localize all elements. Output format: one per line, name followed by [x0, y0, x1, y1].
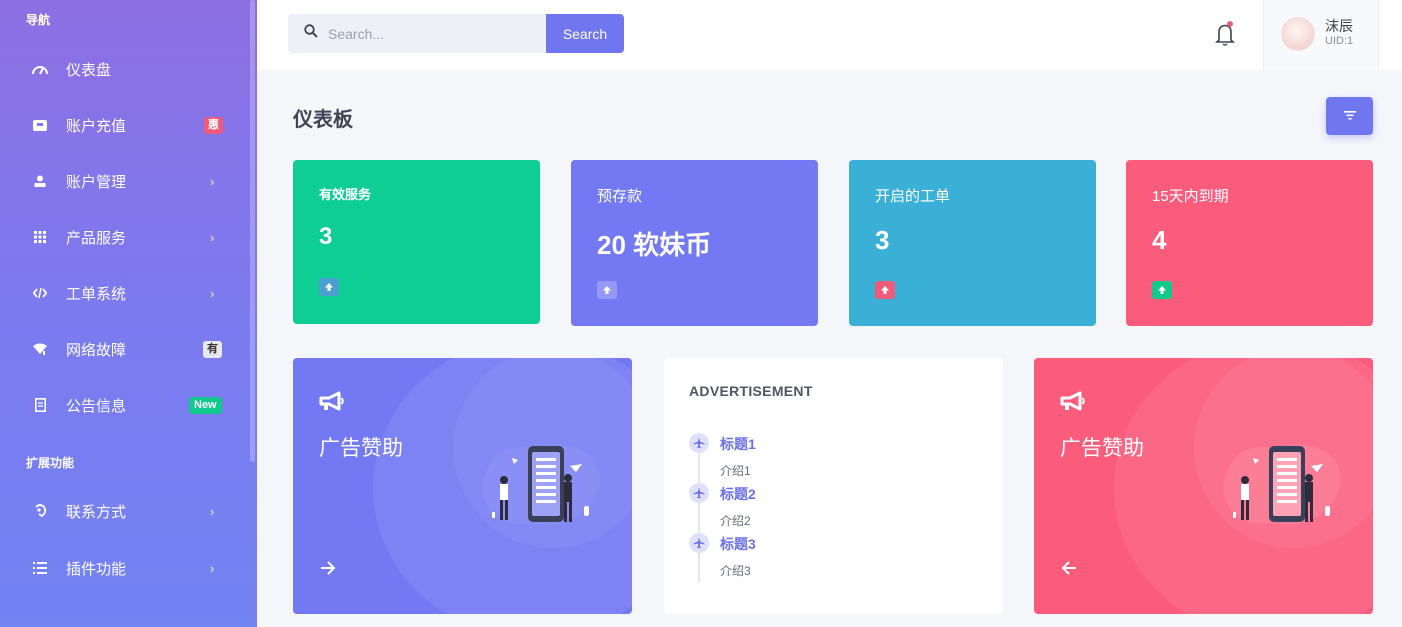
- stat-card-active-services[interactable]: 有效服务 3: [293, 160, 540, 324]
- sidebar-item-label: 公告信息: [66, 397, 127, 415]
- arrow-left-icon[interactable]: [1060, 560, 1080, 578]
- sidebar-item-account[interactable]: 账户管理 ›: [0, 161, 250, 201]
- sidebar-item-dashboard[interactable]: 仪表盘: [0, 49, 250, 89]
- timeline-line: [698, 446, 700, 582]
- sidebar: 导航 仪表盘 账户充值 惠 账户管理 › 产品服务 › 工单系统 › 网络故障 …: [0, 0, 257, 627]
- stat-card-deposit[interactable]: 预存款 20 软妹币: [571, 160, 818, 326]
- nav-section-title: 导航: [26, 13, 51, 27]
- megaphone-icon: [319, 391, 345, 413]
- airplane-icon: [689, 483, 709, 503]
- list-icon: [30, 560, 50, 576]
- search-button[interactable]: Search: [546, 14, 624, 53]
- sidebar-item-tickets[interactable]: 工单系统 ›: [0, 273, 250, 313]
- user-icon: [30, 173, 50, 189]
- timeline-title[interactable]: 标题2: [720, 484, 756, 504]
- notification-bell-icon[interactable]: [1213, 20, 1237, 48]
- phone-illustration: [1219, 438, 1349, 533]
- ad-card-left[interactable]: 广告赞助: [293, 358, 632, 614]
- advertisement-heading: ADVERTISEMENT: [689, 383, 813, 399]
- nav-section-title: 扩展功能: [26, 456, 75, 470]
- user-uid: UID:1: [1325, 35, 1354, 47]
- arrow-up-icon: [1152, 281, 1172, 299]
- timeline-title[interactable]: 标题1: [720, 434, 756, 454]
- stat-card-open-tickets[interactable]: 开启的工单 3: [849, 160, 1096, 326]
- search-box: [288, 14, 546, 53]
- sidebar-item-products[interactable]: 产品服务 ›: [0, 217, 250, 257]
- timeline-desc: 介绍3: [720, 564, 751, 578]
- stat-label: 15天内到期: [1152, 188, 1229, 205]
- sidebar-item-label: 产品服务: [66, 229, 127, 247]
- search-input[interactable]: [328, 25, 528, 42]
- airplane-icon: [689, 433, 709, 453]
- chevron-right-icon: ›: [210, 173, 215, 189]
- contact-icon: [30, 503, 50, 519]
- wallet-icon: [30, 117, 50, 133]
- megaphone-icon: [1060, 391, 1086, 413]
- sidebar-item-recharge[interactable]: 账户充值 惠: [0, 105, 250, 145]
- advertisement-panel: ADVERTISEMENT 标题1 介绍1 标题2 介绍2 标题3 介绍3: [664, 358, 1003, 614]
- sidebar-item-label: 账户管理: [66, 173, 127, 191]
- stat-value: 3: [875, 225, 890, 255]
- chevron-right-icon: ›: [210, 503, 215, 519]
- arrow-up-icon: [319, 278, 339, 296]
- chevron-right-icon: ›: [210, 285, 215, 301]
- gauge-icon: [30, 61, 50, 77]
- discount-badge: 惠: [204, 117, 223, 134]
- sidebar-item-announcements[interactable]: 公告信息 New: [0, 385, 250, 425]
- user-name: 沫辰: [1325, 18, 1353, 34]
- filter-icon: [1343, 107, 1356, 125]
- sidebar-scrollbar[interactable]: [250, 0, 255, 462]
- arrow-right-icon[interactable]: [319, 560, 339, 578]
- code-icon: [30, 285, 50, 301]
- status-badge: 有: [203, 341, 222, 358]
- stat-value: 3: [319, 223, 333, 250]
- arrow-up-icon: [597, 281, 617, 299]
- chevron-right-icon: ›: [210, 560, 215, 576]
- timeline-desc: 介绍2: [720, 514, 751, 528]
- user-menu[interactable]: 沫辰 UID:1: [1263, 0, 1379, 70]
- sidebar-item-contact[interactable]: 联系方式 ›: [0, 491, 250, 531]
- stat-label: 有效服务: [319, 187, 372, 202]
- stat-value: 20 软妹币: [597, 230, 712, 260]
- airplane-icon: [689, 533, 709, 553]
- topbar: Search 沫辰 UID:1: [257, 0, 1402, 70]
- wifi-icon: [30, 341, 50, 357]
- timeline-desc: 介绍1: [720, 464, 751, 478]
- chevron-right-icon: ›: [210, 229, 215, 245]
- grid-icon: [30, 229, 50, 245]
- sidebar-item-label: 插件功能: [66, 560, 127, 578]
- timeline-title[interactable]: 标题3: [720, 534, 756, 554]
- avatar: [1281, 17, 1315, 51]
- sidebar-item-label: 网络故障: [66, 341, 127, 359]
- filter-button[interactable]: [1326, 97, 1373, 135]
- new-badge: New: [189, 397, 222, 414]
- sidebar-item-network[interactable]: 网络故障 有: [0, 329, 250, 369]
- ad-title: 广告赞助: [1060, 436, 1144, 460]
- document-icon: [30, 397, 50, 413]
- stat-card-expiring[interactable]: 15天内到期 4: [1126, 160, 1373, 326]
- ad-title: 广告赞助: [319, 436, 403, 460]
- search-icon: [304, 24, 318, 43]
- stat-value: 4: [1152, 225, 1167, 255]
- sidebar-item-plugins[interactable]: 插件功能 ›: [0, 548, 250, 588]
- arrow-up-icon: [875, 281, 895, 299]
- phone-illustration: [478, 438, 608, 533]
- sidebar-item-label: 仪表盘: [66, 61, 112, 79]
- sidebar-item-label: 联系方式: [66, 503, 127, 521]
- sidebar-item-label: 工单系统: [66, 285, 127, 303]
- stat-label: 预存款: [597, 188, 643, 205]
- stat-label: 开启的工单: [875, 188, 951, 205]
- page-title: 仪表板: [293, 109, 353, 131]
- ad-card-right[interactable]: 广告赞助: [1034, 358, 1373, 614]
